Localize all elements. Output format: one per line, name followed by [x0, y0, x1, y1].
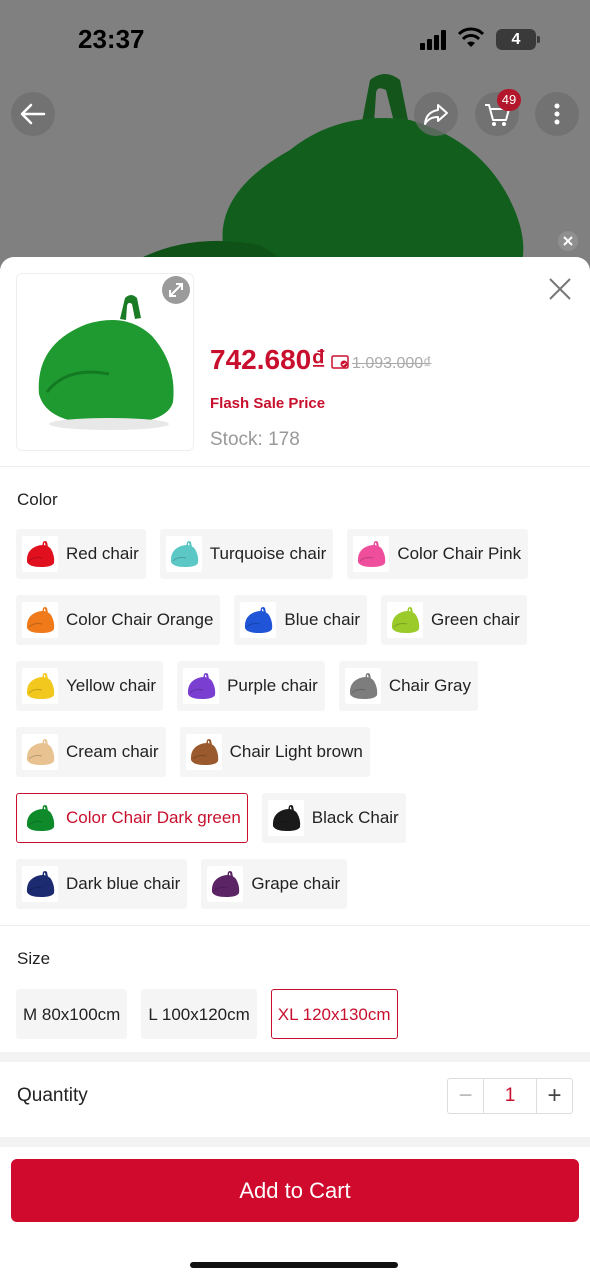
quantity-decrease-button[interactable]: −	[448, 1079, 483, 1113]
share-button[interactable]	[414, 92, 458, 136]
beanbag-swatch-icon	[22, 668, 58, 704]
more-vertical-icon	[554, 103, 560, 125]
color-option-label: Turquoise chair	[209, 544, 327, 563]
size-section-label: Size	[17, 949, 51, 968]
color-option[interactable]: Red chair	[16, 529, 146, 579]
color-option[interactable]: Chair Gray	[338, 661, 478, 711]
original-price: 1.093.000₫	[352, 355, 432, 372]
stock-count: Stock: 178	[210, 429, 300, 450]
color-option[interactable]: Black Chair	[261, 793, 406, 843]
section-separator	[0, 1052, 590, 1062]
quantity-value[interactable]: 1	[483, 1079, 537, 1113]
expand-icon	[169, 283, 183, 297]
image-close-button[interactable]	[558, 231, 578, 251]
color-option[interactable]: Color Chair Orange	[16, 595, 221, 645]
size-option[interactable]: L 100x120cm	[141, 989, 257, 1039]
beanbag-swatch-icon	[387, 602, 424, 638]
color-option[interactable]: Purple chair	[177, 661, 325, 711]
color-option-label: Color Chair Pink	[397, 544, 522, 563]
beanbag-swatch-icon	[22, 536, 58, 572]
flash-sale-label: Flash Sale Price	[210, 395, 326, 412]
color-option[interactable]: Cream chair	[16, 727, 166, 777]
color-option-label: Blue chair	[284, 610, 361, 629]
share-icon	[424, 104, 448, 125]
color-option[interactable]: Blue chair	[234, 595, 368, 645]
color-option[interactable]: Dark blue chair	[16, 859, 188, 909]
color-option-label: Green chair	[431, 610, 520, 629]
color-option-label: Color Chair Orange	[66, 610, 214, 629]
size-options: M 80x100cm L 100x120cm XL 120x130cm	[16, 989, 412, 1039]
beanbag-swatch-icon	[185, 734, 222, 770]
color-option[interactable]: Green chair	[381, 595, 527, 645]
beanbag-swatch-icon	[22, 800, 58, 836]
divider	[0, 925, 590, 926]
close-icon	[549, 278, 571, 300]
color-option-label: Dark blue chair	[66, 874, 181, 893]
sale-price: 742.680₫	[210, 344, 326, 375]
beanbag-swatch-icon	[22, 866, 58, 902]
quantity-increase-button[interactable]: +	[537, 1079, 572, 1113]
beanbag-swatch-icon	[165, 536, 202, 572]
color-option-label: Grape chair	[251, 874, 341, 893]
cart-count-badge: 49	[497, 89, 521, 111]
voucher-icon	[331, 355, 349, 369]
close-icon	[563, 236, 573, 246]
add-to-cart-button[interactable]: Add to Cart	[11, 1159, 579, 1222]
status-time: 23:37	[78, 24, 145, 54]
expand-image-button[interactable]	[162, 276, 190, 304]
quantity-stepper: − 1 +	[447, 1078, 573, 1114]
color-option[interactable]: Yellow chair	[16, 661, 164, 711]
size-option[interactable]: XL 120x130cm	[270, 989, 398, 1039]
color-option-label: Black Chair	[311, 808, 399, 827]
color-option-label: Color Chair Dark green	[66, 808, 241, 827]
beanbag-swatch-icon	[344, 668, 381, 704]
beanbag-swatch-icon	[183, 668, 220, 704]
arrow-left-icon	[20, 103, 46, 125]
signal-icon	[420, 30, 450, 50]
sheet-close-button[interactable]	[546, 275, 574, 303]
color-options: Red chair Turquoise chair Color Chair Pink…	[16, 529, 576, 925]
beanbag-swatch-icon	[240, 602, 277, 638]
home-indicator[interactable]	[190, 1262, 398, 1268]
color-option-label: Yellow chair	[66, 676, 157, 695]
beanbag-swatch-icon	[267, 800, 304, 836]
color-option[interactable]: Color Chair Pink	[347, 529, 529, 579]
section-separator	[0, 1137, 590, 1147]
color-option-label: Chair Gray	[388, 676, 471, 695]
divider	[0, 466, 590, 467]
beanbag-swatch-icon	[353, 536, 390, 572]
back-button[interactable]	[11, 92, 55, 136]
beanbag-swatch-icon	[22, 602, 58, 638]
color-option[interactable]: Chair Light brown	[179, 727, 370, 777]
color-option-label: Cream chair	[66, 742, 159, 761]
color-option[interactable]: Grape chair	[201, 859, 348, 909]
color-option[interactable]: Turquoise chair	[159, 529, 334, 579]
quantity-label: Quantity	[17, 1085, 88, 1106]
color-option-label: Red chair	[66, 544, 139, 563]
color-option-label: Purple chair	[227, 676, 318, 695]
beanbag-swatch-icon	[22, 734, 58, 770]
battery-icon: 4	[496, 29, 540, 50]
color-option[interactable]: Color Chair Dark green	[16, 793, 248, 843]
status-bar: 23:37 4	[0, 0, 590, 80]
color-option-label: Chair Light brown	[229, 742, 363, 761]
variant-bottom-sheet: 742.680₫ 1.093.000₫ Flash Sale Price Sto…	[0, 257, 590, 1280]
wifi-icon	[457, 27, 485, 47]
size-option[interactable]: M 80x100cm	[16, 989, 128, 1039]
color-section-label: Color	[17, 490, 58, 509]
beanbag-swatch-icon	[207, 866, 244, 902]
more-options-button[interactable]	[535, 92, 579, 136]
